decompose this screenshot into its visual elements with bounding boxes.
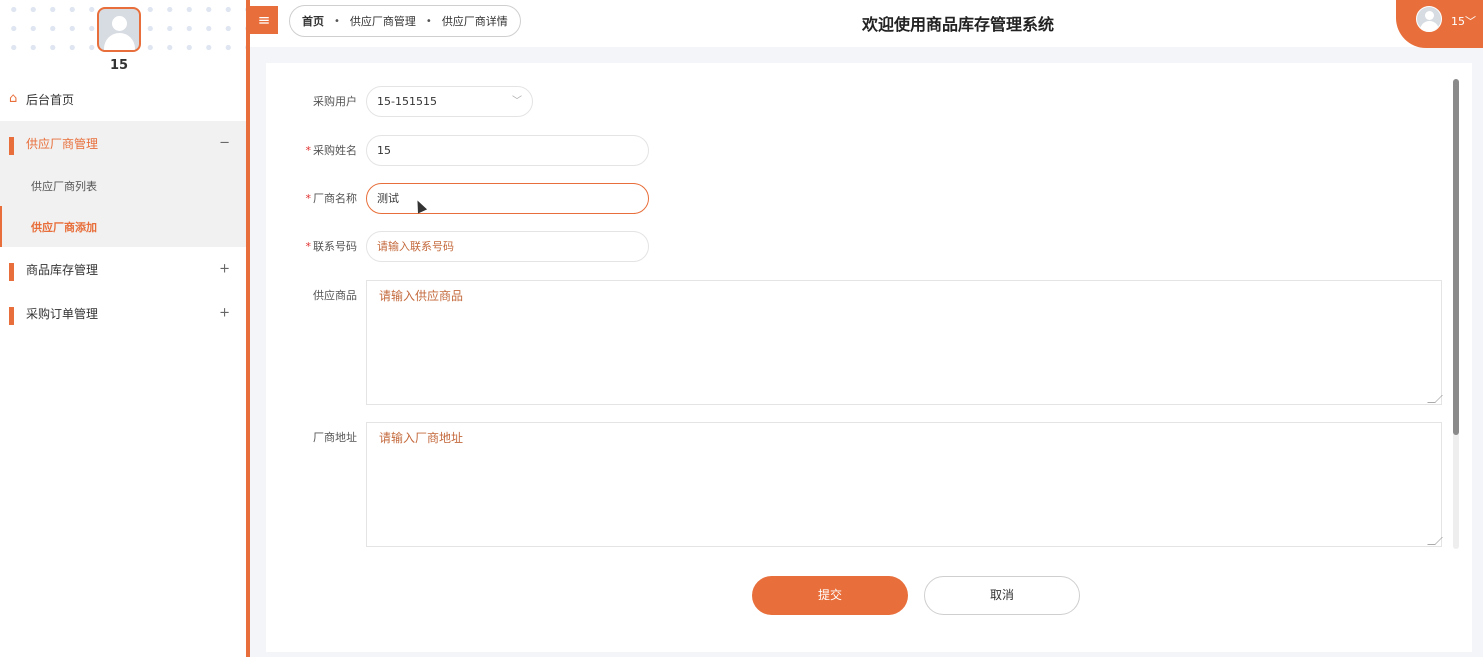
collapse-icon[interactable]: −	[219, 136, 230, 151]
grid-icon	[9, 307, 21, 325]
sidebar-item-label: 商品库存管理	[26, 262, 99, 277]
sidebar-submenu-supplier: 供应厂商列表 供应厂商添加	[0, 165, 246, 247]
address-placeholder: 请输入厂商地址	[379, 431, 464, 445]
goods-textarea[interactable]: 请输入供应商品	[366, 280, 1443, 405]
sidebar-item-home[interactable]: ⌂ 后台首页	[0, 77, 246, 121]
chevron-down-icon: ﹀	[512, 96, 522, 107]
avatar[interactable]	[97, 7, 141, 52]
form-row-goods: 供应商品 请输入供应商品	[266, 280, 1443, 405]
purchase-name-value: 15	[377, 144, 391, 157]
top-header: ≡ 首页 • 供应厂商管理 • 供应厂商详情 欢迎使用商品库存管理系统 15﹀	[250, 0, 1483, 48]
breadcrumb-current: 供应厂商详情	[441, 15, 508, 28]
breadcrumb-separator: •	[425, 15, 432, 27]
purchase-user-label: 采购用户	[313, 95, 357, 108]
user-name: 15﹀	[1451, 15, 1476, 28]
sidebar-item-label: 供应厂商添加	[31, 220, 97, 234]
page-title: 欢迎使用商品库存管理系统	[862, 15, 1055, 34]
sidebar-item-supplier-list[interactable]: 供应厂商列表	[0, 165, 246, 206]
goods-label: 供应商品	[313, 289, 357, 302]
scrollbar[interactable]	[1453, 79, 1459, 435]
sidebar-menu: ⌂ 后台首页 供应厂商管理 − 供应厂商列表 供应厂商添加 商品库存管理 + 采…	[0, 77, 246, 335]
sidebar: 15 ⌂ 后台首页 供应厂商管理 − 供应厂商列表 供应厂商添加 商品库存管理 …	[0, 0, 246, 657]
sidebar-item-supplier[interactable]: 供应厂商管理 −	[0, 121, 246, 165]
address-textarea[interactable]: 请输入厂商地址	[366, 422, 1443, 547]
cancel-button[interactable]: 取消	[924, 576, 1080, 615]
form-row-contact: * 联系号码 请输入联系号码	[266, 231, 649, 262]
contact-input[interactable]: 请输入联系号码	[366, 231, 649, 262]
contact-label: * 联系号码	[305, 240, 358, 253]
resize-handle-icon[interactable]	[1427, 537, 1443, 545]
expand-icon[interactable]: +	[219, 262, 230, 277]
purchase-user-value: 15-151515	[377, 95, 437, 108]
mouse-cursor-icon	[412, 198, 428, 214]
address-label: 厂商地址	[313, 431, 357, 444]
contact-placeholder: 请输入联系号码	[377, 240, 454, 253]
menu-toggle-icon[interactable]: ≡	[250, 6, 278, 34]
form-row-vendor-name: * 厂商名称 测试	[266, 183, 649, 214]
avatar-body	[104, 33, 135, 50]
form-row-purchase-user: 采购用户 15-151515 ﹀	[266, 86, 533, 117]
sidebar-item-label: 供应厂商列表	[31, 179, 97, 193]
purchase-name-input[interactable]: 15	[366, 135, 649, 166]
sidebar-accent-border	[246, 0, 250, 657]
avatar-head	[112, 16, 127, 31]
sidebar-item-label: 供应厂商管理	[26, 136, 99, 151]
expand-icon[interactable]: +	[219, 306, 230, 321]
breadcrumb-home[interactable]: 首页	[302, 13, 324, 29]
sidebar-item-supplier-add[interactable]: 供应厂商添加	[0, 206, 246, 247]
grid-icon	[9, 137, 21, 155]
purchase-name-label: * 采购姓名	[305, 144, 358, 157]
form-row-address: 厂商地址 请输入厂商地址	[266, 422, 1443, 547]
sidebar-user-name: 15	[109, 58, 129, 73]
breadcrumb: 首页 • 供应厂商管理 • 供应厂商详情	[289, 5, 521, 37]
user-avatar	[1416, 6, 1442, 32]
goods-placeholder: 请输入供应商品	[379, 289, 464, 303]
form-row-purchase-name: * 采购姓名 15	[266, 135, 649, 166]
form-card: 采购用户 15-151515 ﹀ * 采购姓名 15 * 厂商名称 测试 * 联系号码…	[266, 63, 1472, 652]
sidebar-item-label: 后台首页	[26, 92, 75, 107]
submit-button[interactable]: 提交	[752, 576, 908, 615]
vendor-name-value: 测试	[377, 192, 399, 205]
user-menu[interactable]: 15﹀	[1396, 0, 1483, 48]
vendor-name-input[interactable]: 测试	[366, 183, 649, 214]
home-icon: ⌂	[9, 91, 18, 106]
sidebar-item-inventory[interactable]: 商品库存管理 +	[0, 247, 246, 291]
sidebar-item-orders[interactable]: 采购订单管理 +	[0, 291, 246, 335]
sidebar-item-label: 采购订单管理	[26, 306, 99, 321]
breadcrumb-separator: •	[334, 15, 340, 27]
purchase-user-select[interactable]: 15-151515 ﹀	[366, 86, 533, 117]
vendor-name-label: * 厂商名称	[305, 192, 358, 205]
grid-icon	[9, 263, 21, 281]
breadcrumb-supplier[interactable]: 供应厂商管理	[350, 13, 416, 29]
resize-handle-icon[interactable]	[1427, 395, 1443, 403]
